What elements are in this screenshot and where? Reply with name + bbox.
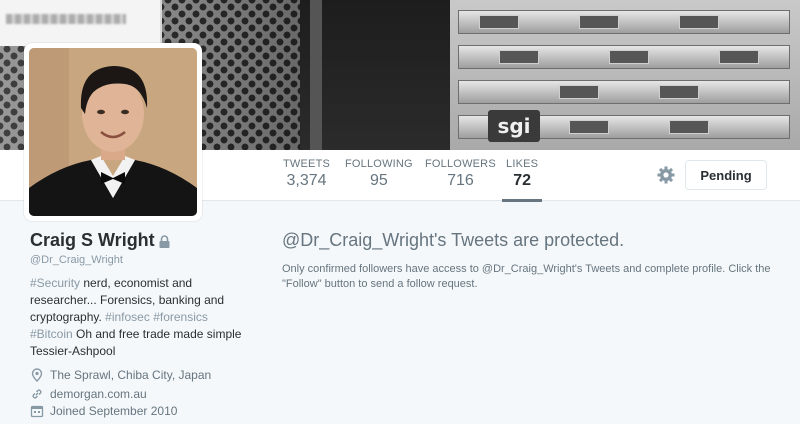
profile-joined: Joined September 2010	[30, 404, 177, 418]
stat-value: 716	[447, 172, 474, 189]
hashtag-infosec-link[interactable]: #infosec	[105, 310, 150, 324]
protected-tweets-title: @Dr_Craig_Wright's Tweets are protected.	[282, 230, 625, 250]
joined-text: Joined September 2010	[50, 404, 178, 418]
hashtag-bitcoin-link[interactable]: #Bitcoin	[30, 327, 73, 341]
profile-website: demorgan.com.au	[30, 387, 147, 401]
hashtag-forensics-link[interactable]: #forensics	[153, 310, 208, 324]
stat-label: FOLLOWERS	[425, 158, 496, 170]
profile-bio: #Security nerd, economist and researcher…	[30, 275, 260, 360]
nav-stat-following[interactable]: FOLLOWING 95	[345, 158, 413, 190]
map-pin-icon	[31, 368, 43, 382]
stat-value: 95	[370, 172, 388, 189]
hashtag-security-link[interactable]: #Security	[30, 276, 80, 290]
profile-avatar[interactable]	[24, 43, 202, 221]
profile-name-text: Craig S Wright	[30, 230, 155, 250]
profile-name[interactable]: Craig S Wright	[30, 230, 170, 251]
stat-label: FOLLOWING	[345, 158, 413, 170]
nav-stat-tweets[interactable]: TWEETS 3,374	[283, 158, 330, 190]
profile-location: The Sprawl, Chiba City, Japan	[30, 368, 211, 382]
avatar-portrait-illustration	[29, 48, 197, 216]
link-icon	[32, 389, 42, 399]
lock-icon	[159, 235, 170, 248]
banner-blurred-note	[0, 0, 162, 46]
banner-sgi-logo: sgi	[488, 110, 540, 142]
profile-handle[interactable]: @Dr_Craig_Wright	[30, 254, 123, 266]
avatar-photo	[29, 48, 197, 216]
gear-icon[interactable]	[656, 165, 676, 185]
stat-value: 72	[513, 172, 531, 189]
nav-stat-followers[interactable]: FOLLOWERS 716	[425, 158, 496, 190]
pending-button[interactable]: Pending	[685, 160, 767, 190]
website-link[interactable]: demorgan.com.au	[50, 387, 147, 401]
nav-stat-likes[interactable]: LIKES 72	[501, 158, 543, 202]
stat-label: TWEETS	[283, 158, 331, 170]
protected-tweets-description: Only confirmed followers have access to …	[282, 263, 771, 290]
stat-value: 3,374	[286, 172, 327, 189]
location-text: The Sprawl, Chiba City, Japan	[50, 368, 212, 382]
calendar-icon	[30, 405, 44, 418]
stat-label: LIKES	[506, 158, 539, 170]
banner-dark-panel	[300, 0, 450, 150]
